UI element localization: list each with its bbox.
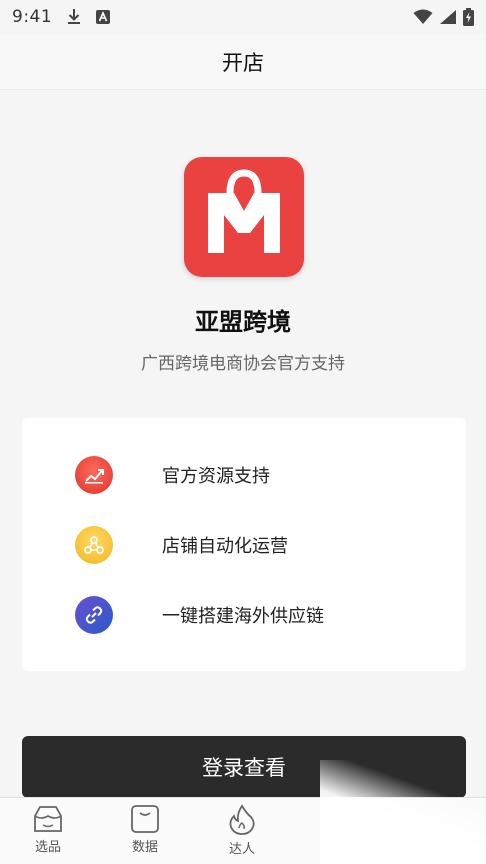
tab-label: 选品 [34,840,61,855]
feature-item-supply-chain: 一键搭建海外供应链 [22,593,466,637]
feature-label: 一键搭建海外供应链 [162,606,324,627]
tab-data[interactable]: 数据 [115,804,175,862]
app-subtitle: 广西跨境电商协会官方支持 [141,354,345,374]
feature-item-official-resources: 官方资源支持 [22,453,466,497]
nav-bar: 开店 [0,34,486,90]
feature-item-auto-operation: 店铺自动化运营 [22,523,466,567]
nodes-icon [75,526,113,564]
page-title: 开店 [222,50,264,75]
battery-icon [463,8,474,26]
tab-label: 数据 [131,840,158,855]
link-icon [75,596,113,634]
tab-bar: 选品 数据 达人 [0,797,486,864]
feature-label: 店铺自动化运营 [162,536,288,557]
a-badge-icon [96,10,111,24]
tab-selection[interactable]: 选品 [18,804,78,862]
tab-label: 达人 [228,842,255,857]
feature-card: 官方资源支持 店铺自动化运营 一键搭建海外供应链 [22,418,466,671]
status-bar: 9:41 [0,0,486,34]
app-name: 亚盟跨境 [195,308,291,336]
status-time: 9:41 [12,7,53,27]
flame-icon [229,804,255,835]
status-right [413,8,474,26]
shop-icon [34,806,62,832]
signal-icon [440,10,456,24]
chart-growth-icon [75,456,113,494]
bag-icon [131,805,159,833]
app-logo [184,157,304,277]
logo-mark-icon [208,169,280,253]
wifi-icon [413,9,433,24]
feature-label: 官方资源支持 [162,466,270,487]
tab-influencer[interactable]: 达人 [212,804,272,862]
download-icon [68,9,81,24]
login-button[interactable]: 登录查看 [22,736,466,798]
status-left: 9:41 [12,7,111,27]
